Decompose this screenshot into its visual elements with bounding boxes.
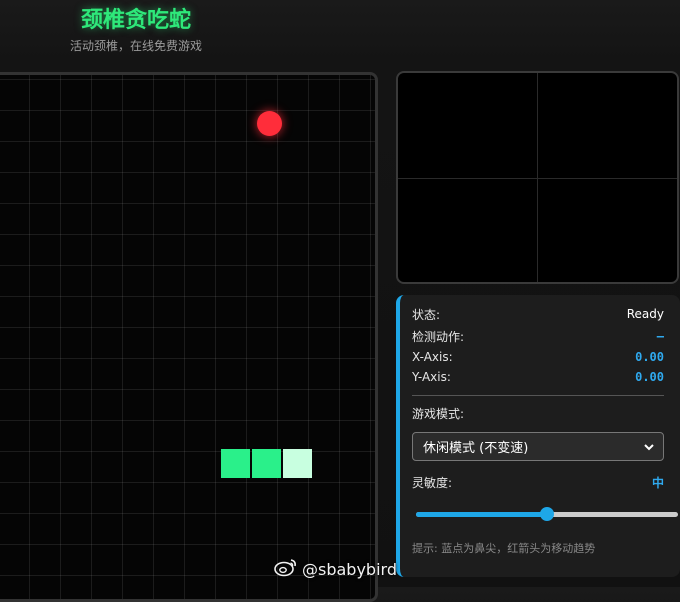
camera-preview (396, 71, 679, 284)
game-mode-select[interactable]: 休闲模式 (不变速) (412, 432, 664, 461)
game-board (0, 72, 378, 602)
action-value: – (656, 329, 664, 343)
x-axis-label: X-Axis: (412, 350, 453, 364)
game-title: 颈椎贪吃蛇 (80, 8, 191, 33)
snake-body-segment (252, 449, 281, 478)
chevron-down-icon (643, 438, 655, 460)
watermark: @sbabybird (274, 557, 397, 581)
game-subtitle: 活动颈椎，在线免费游戏 (69, 39, 202, 53)
sensitivity-slider[interactable] (416, 507, 678, 521)
x-axis-row: X-Axis: 0.00 (412, 348, 664, 366)
hint-text: 提示: 蓝点为鼻尖，红箭头为移动趋势 (412, 542, 596, 555)
action-row: 检测动作: – (412, 327, 664, 345)
sensitivity-value: 中 (651, 475, 664, 490)
sensitivity-slider-thumb[interactable] (540, 507, 554, 521)
food-dot (257, 111, 282, 136)
x-axis-value: 0.00 (635, 350, 664, 364)
watermark-text: @sbabybird (302, 559, 397, 579)
action-label: 检测动作: (412, 329, 465, 344)
status-label: 状态: (412, 307, 441, 322)
weibo-icon (274, 557, 298, 581)
snake-body-segment (221, 449, 250, 478)
status-panel: 状态: Ready 检测动作: – X-Axis: 0.00 Y-Axis: 0… (396, 295, 680, 577)
panel-divider (412, 395, 664, 396)
camera-crosshair-vertical (537, 73, 538, 282)
mode-label: 游戏模式: (412, 406, 465, 421)
sensitivity-label: 灵敏度: (412, 475, 453, 490)
sensitivity-slider-fill (416, 512, 547, 517)
status-value: Ready (626, 307, 664, 321)
snake-head-segment (283, 449, 312, 478)
y-axis-row: Y-Axis: 0.00 (412, 368, 664, 386)
status-row: 状态: Ready (412, 305, 664, 323)
game-mode-selected: 休闲模式 (不变速) (423, 441, 529, 456)
mode-row: 游戏模式: (412, 404, 664, 422)
sensitivity-row: 灵敏度: 中 (412, 473, 664, 491)
y-axis-value: 0.00 (635, 370, 664, 384)
y-axis-label: Y-Axis: (412, 370, 451, 384)
